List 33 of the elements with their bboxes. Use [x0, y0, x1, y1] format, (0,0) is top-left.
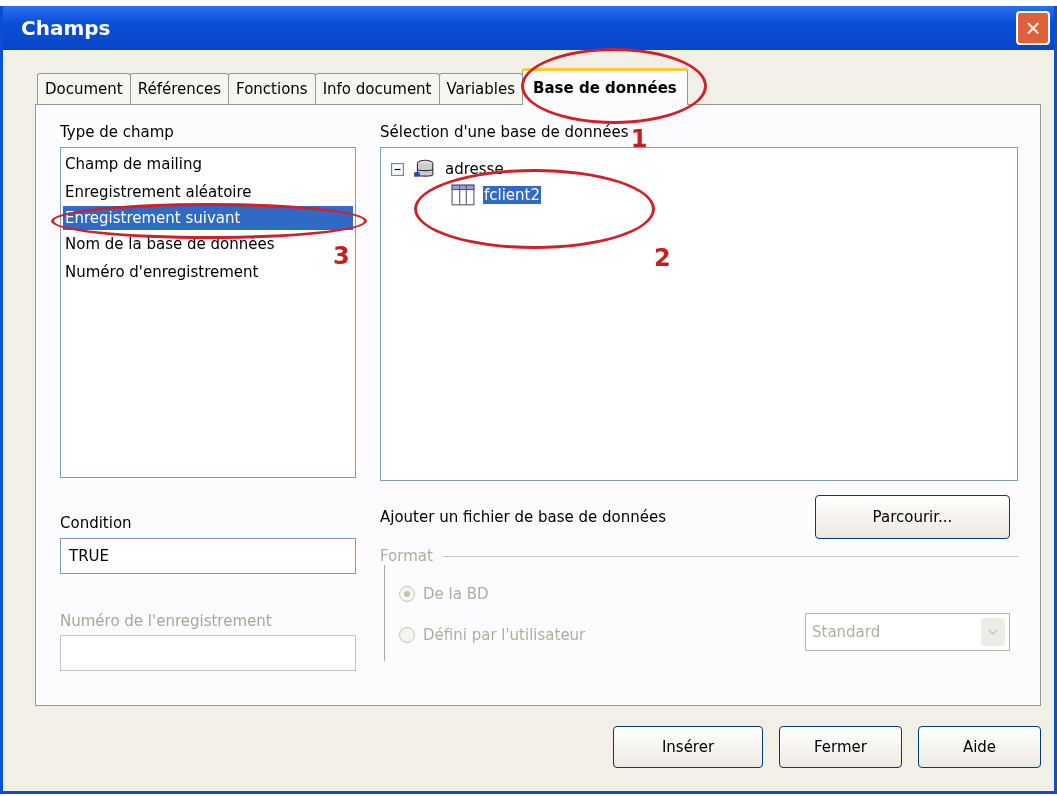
annotation-number: 1 [630, 126, 648, 152]
tab[interactable]: Base de données [522, 68, 688, 105]
field-label: Condition [60, 513, 132, 535]
insert-button[interactable]: Insérer [613, 726, 763, 768]
field-label: Sélection d'une base de données [380, 122, 629, 143]
tab[interactable]: Info document [314, 73, 440, 104]
annotation-number: 3 [333, 242, 350, 269]
condition-field[interactable]: TRUE [60, 537, 356, 574]
list-item[interactable]: Nom de la base de données [63, 229, 275, 258]
add-file-label: Ajouter un fichier de base de données [380, 508, 667, 526]
database-icon [412, 158, 436, 180]
group-label: Format [380, 547, 433, 565]
field-label: Type de champ [60, 122, 174, 143]
list-item[interactable]: Enregistrement aléatoire [63, 177, 252, 206]
help-button[interactable]: Aide [918, 726, 1041, 768]
close-dialog-button[interactable]: Fermer [779, 726, 902, 768]
tab[interactable]: Variables [438, 73, 524, 104]
list-item[interactable]: Champ de mailing [63, 149, 202, 178]
field-label: Numéro de l'enregistrement [60, 610, 272, 632]
annotation-number: 2 [654, 245, 671, 271]
list-item[interactable]: Enregistrement suivant [63, 205, 353, 230]
tab[interactable]: Références [129, 73, 230, 104]
tab[interactable]: Fonctions [228, 73, 316, 104]
window-title: Champs [21, 16, 111, 40]
collapse-icon[interactable] [391, 162, 404, 176]
close-button[interactable]: × [1016, 11, 1050, 45]
tab[interactable]: Document [37, 73, 131, 104]
radio-label: Défini par l'utilisateur [423, 625, 586, 644]
list-item[interactable]: Numéro d'enregistrement [63, 257, 259, 286]
radio-label: De la BD [423, 584, 489, 603]
tree-item[interactable]: fclient2 [483, 186, 542, 204]
table-icon [451, 184, 475, 206]
browse-button[interactable]: Parcourir... [815, 495, 1010, 539]
